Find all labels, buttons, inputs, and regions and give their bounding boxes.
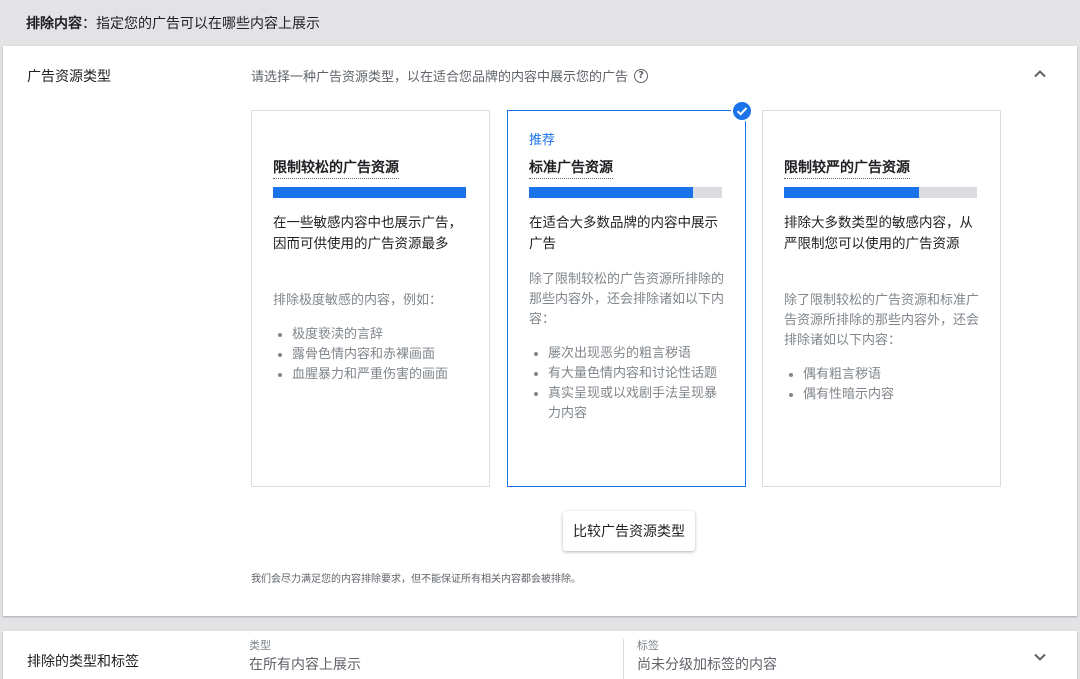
card-title: 限制较松的广告资源 [273, 157, 399, 179]
inventory-level-fill [529, 187, 694, 198]
section-title-exclusions: 排除的类型和标签 [27, 654, 139, 670]
card-title: 标准广告资源 [529, 157, 613, 179]
inventory-level-fill [273, 187, 466, 198]
page-title-bold: 排除内容 [26, 16, 82, 32]
inventory-description: 请选择一种广告资源类型，以在适合您品牌的内容中展示您的广告 ? [251, 66, 649, 85]
type-value: 在所有内容上展示 [249, 657, 361, 673]
section-title-inventory: 广告资源类型 [27, 69, 111, 85]
check-circle-icon [731, 100, 753, 122]
inventory-card-limited[interactable]: 限制较严的广告资源 排除大多数类型的敏感内容，从严限制您可以使用的广告资源 除了… [762, 110, 1001, 487]
card-bullets: 偶有粗言秽语 偶有性暗示内容 [784, 365, 984, 405]
card-lead: 在一些敏感内容中也展示广告，因而可供使用的广告资源最多 [273, 215, 462, 252]
page-header: 排除内容 ：指定您的广告可以在哪些内容上展示 [0, 0, 1080, 46]
footnote: 我们会尽力满足您的内容排除要求，但不能保证所有相关内容都会被排除。 [251, 574, 581, 585]
inventory-level-fill [784, 187, 920, 198]
inventory-level-bar [273, 187, 466, 198]
list-item: 极度亵渎的言辞 [273, 325, 473, 345]
card-lead: 在适合大多数品牌的内容中展示广告 [529, 215, 718, 252]
card-sub: 除了限制较松的广告资源和标准广告资源所排除的那些内容外，还会排除诸如以下内容： [784, 293, 980, 348]
card-sub: 排除极度敏感的内容，例如： [273, 293, 443, 308]
list-item: 有大量色情内容和讨论性话题 [529, 364, 729, 384]
inventory-description-text: 请选择一种广告资源类型，以在适合您品牌的内容中展示您的广告 [251, 70, 629, 85]
inventory-card-expanded[interactable]: 限制较松的广告资源 在一些敏感内容中也展示广告，因而可供使用的广告资源最多 排除… [251, 110, 490, 487]
chevron-up-icon[interactable] [1030, 64, 1050, 84]
list-item: 真实呈现或以戏剧手法呈现暴力内容 [529, 384, 729, 424]
tag-label: 标签 [637, 639, 659, 652]
card-title: 限制较严的广告资源 [784, 157, 910, 179]
card-bullets: 极度亵渎的言辞 露骨色情内容和赤裸画面 血腥暴力和严重伤害的画面 [273, 325, 473, 385]
tag-field: 标签 尚未分级加标签的内容 [637, 639, 777, 675]
page-title-rest: ：指定您的广告可以在哪些内容上展示 [82, 16, 320, 32]
type-field: 类型 在所有内容上展示 [249, 639, 361, 675]
compare-inventory-button[interactable]: 比较广告资源类型 [563, 511, 695, 551]
list-item: 偶有粗言秽语 [784, 365, 984, 385]
field-divider [623, 639, 624, 679]
list-item: 屡次出现恶劣的粗言秽语 [529, 344, 729, 364]
type-label: 类型 [249, 639, 271, 652]
help-icon[interactable]: ? [634, 68, 649, 83]
inventory-level-bar [784, 187, 977, 198]
inventory-level-bar [529, 187, 722, 198]
tag-value: 尚未分级加标签的内容 [637, 657, 777, 673]
card-lead: 排除大多数类型的敏感内容，从严限制您可以使用的广告资源 [784, 215, 973, 252]
recommended-label: 推荐 [529, 133, 556, 148]
inventory-type-panel: 广告资源类型 请选择一种广告资源类型，以在适合您品牌的内容中展示您的广告 ? 限… [3, 46, 1077, 616]
list-item: 偶有性暗示内容 [784, 385, 984, 405]
inventory-card-standard[interactable]: 推荐 标准广告资源 在适合大多数品牌的内容中展示广告 除了限制较松的广告资源所排… [507, 110, 746, 487]
excluded-types-panel[interactable]: 排除的类型和标签 类型 在所有内容上展示 标签 尚未分级加标签的内容 [3, 631, 1077, 679]
chevron-down-icon[interactable] [1030, 647, 1050, 667]
card-sub: 除了限制较松的广告资源所排除的那些内容外，还会排除诸如以下内容： [529, 272, 725, 327]
card-bullets: 屡次出现恶劣的粗言秽语 有大量色情内容和讨论性话题 真实呈现或以戏剧手法呈现暴力… [529, 344, 729, 424]
list-item: 露骨色情内容和赤裸画面 [273, 345, 473, 365]
list-item: 血腥暴力和严重伤害的画面 [273, 365, 473, 385]
